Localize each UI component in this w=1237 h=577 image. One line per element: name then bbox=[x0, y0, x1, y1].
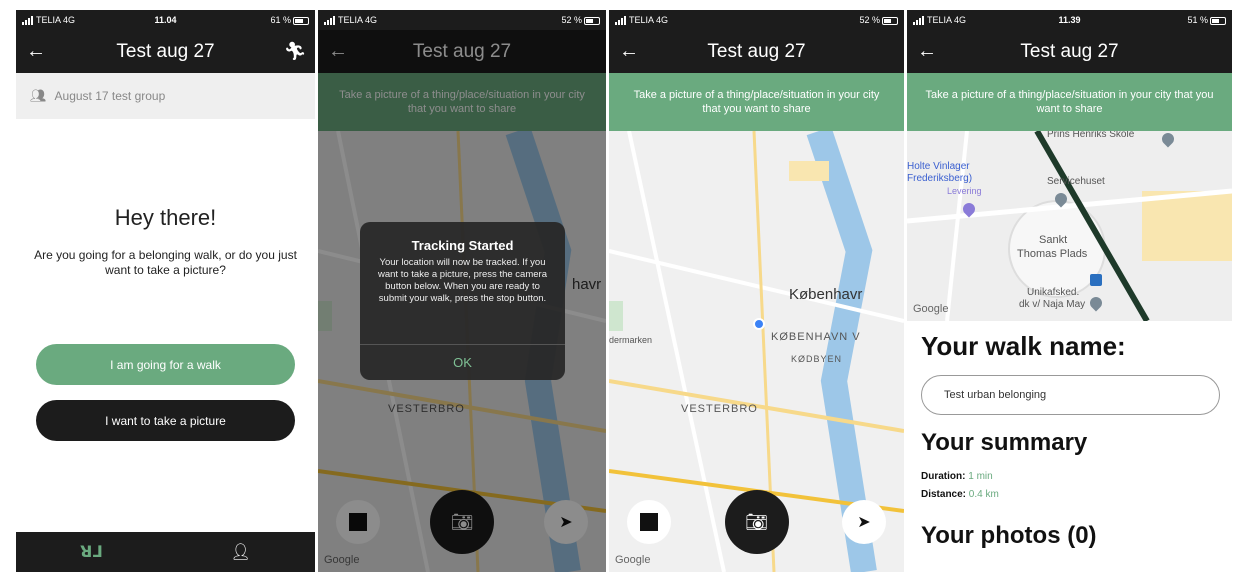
map-label-kobenhavn-v: KØBENHAVN V bbox=[771, 331, 861, 343]
map-label-kobenhavn: Københavr bbox=[789, 286, 863, 303]
stop-square-icon bbox=[640, 513, 658, 531]
signal-icon bbox=[22, 15, 34, 26]
app-bar: ← Test aug 27 🏃︎ bbox=[16, 30, 315, 73]
battery-icon bbox=[293, 16, 310, 25]
map-label-unikafsked: Unikafsked. bbox=[1027, 287, 1080, 298]
back-arrow-icon[interactable]: ← bbox=[609, 40, 649, 63]
group-icon: 👥︎ bbox=[30, 88, 47, 103]
take-picture-button[interactable]: I want to take a picture bbox=[36, 400, 295, 441]
user-icon[interactable]: 👤︎ bbox=[231, 542, 251, 562]
app-bar: ← Test aug 27 bbox=[907, 30, 1232, 73]
phone-screen-start: TELIA 4G 11.04 61 % ← Test aug 27 🏃︎ 👥︎ … bbox=[16, 10, 315, 572]
duration-label: Duration: bbox=[921, 471, 966, 482]
tracking-started-dialog: Tracking Started Your location will now … bbox=[360, 222, 565, 380]
stop-button[interactable] bbox=[627, 500, 671, 544]
dialog-body: Your location will now be tracked. If yo… bbox=[378, 257, 547, 304]
map-label-frederiksberg: Frederiksberg) bbox=[907, 173, 973, 184]
battery-percent: 61 % bbox=[270, 15, 292, 25]
carrier-label: TELIA 4G bbox=[36, 14, 76, 25]
status-bar: TELIA 4G 52 % bbox=[609, 10, 904, 30]
status-time: 11.39 bbox=[1058, 15, 1081, 25]
phone-screen-walk-summary: TELIA 4G 11.39 51 % ← Test aug 27 Take a… bbox=[907, 10, 1232, 572]
camera-icon: 📷︎ bbox=[745, 511, 768, 532]
signal-icon bbox=[324, 15, 336, 26]
battery-percent: 52 % bbox=[859, 15, 880, 25]
map-view[interactable]: Københavr KØBENHAVN V KØDBYEN VESTERBRO … bbox=[609, 131, 904, 572]
status-bar: TELIA 4G 11.04 61 % bbox=[16, 10, 315, 30]
map-label-prins: Prins Henriks Skole bbox=[1047, 131, 1135, 140]
battery-percent: 51 % bbox=[1187, 15, 1208, 25]
prompt-banner: Take a picture of a thing/place/situatio… bbox=[609, 73, 904, 131]
map-label-dermarken: dermarken bbox=[609, 335, 653, 345]
carrier-label: TELIA 4G bbox=[927, 14, 967, 25]
duration-value: 1 min bbox=[968, 471, 993, 482]
back-arrow-icon[interactable]: ← bbox=[907, 40, 947, 63]
signal-icon bbox=[913, 15, 925, 26]
map-label-kodbyen: KØDBYEN bbox=[791, 354, 843, 364]
battery-icon bbox=[881, 16, 898, 25]
battery-percent: 52 % bbox=[561, 15, 582, 25]
signal-icon bbox=[615, 15, 627, 26]
camera-button[interactable]: 📷︎ bbox=[724, 490, 789, 554]
battery-icon bbox=[1209, 16, 1226, 25]
google-logo: Google bbox=[913, 303, 949, 315]
current-location-dot bbox=[753, 318, 765, 330]
distance-label: Distance: bbox=[921, 489, 967, 500]
walk-name-heading: Your walk name: bbox=[921, 331, 1126, 361]
status-bar: TELIA 4G 11.39 51 % bbox=[907, 10, 1232, 30]
google-logo: Google bbox=[615, 554, 651, 566]
page-title: Test aug 27 bbox=[1020, 40, 1119, 62]
walk-route-map[interactable]: Prins Henriks Skole Holte Vinlager Frede… bbox=[907, 131, 1232, 321]
status-bar: TELIA 4G 52 % bbox=[318, 10, 606, 30]
page-title: Test aug 27 bbox=[707, 40, 806, 62]
page-title: Test aug 27 bbox=[116, 40, 215, 62]
map-label-servicehuset: Servicehuset bbox=[1047, 176, 1105, 187]
carrier-label: TELIA 4G bbox=[338, 14, 378, 25]
locate-button[interactable]: ➤ bbox=[842, 500, 886, 544]
dialog-ok-button[interactable]: OK bbox=[360, 344, 565, 380]
group-bar[interactable]: 👥︎ August 17 test group bbox=[16, 73, 315, 119]
carrier-label: TELIA 4G bbox=[629, 14, 669, 25]
status-time: 11.04 bbox=[154, 15, 177, 25]
map-label-dk: dk v/ Naja May bbox=[1019, 299, 1086, 310]
group-name: August 17 test group bbox=[54, 89, 166, 103]
navigation-arrow-icon: ➤ bbox=[857, 514, 871, 531]
bus-stop-icon bbox=[1090, 274, 1102, 286]
screenshot-collage: TELIA 4G 11.04 61 % ← Test aug 27 🏃︎ 👥︎ … bbox=[16, 10, 1232, 572]
map-label-holte: Holte Vinlager bbox=[907, 161, 970, 172]
running-figure-icon[interactable]: 🏃︎ bbox=[275, 41, 315, 62]
phone-screen-tracking-map: TELIA 4G 52 % ← Test aug 27 Take a pictu… bbox=[609, 10, 904, 572]
photos-heading: Your photos (0) bbox=[921, 522, 1097, 549]
dialog-title: Tracking Started bbox=[411, 238, 514, 253]
go-for-walk-button[interactable]: I am going for a walk bbox=[36, 344, 295, 385]
battery-icon bbox=[584, 16, 600, 25]
map-label-thomas-plads: Thomas Plads bbox=[1017, 248, 1088, 260]
walk-name-field[interactable]: Test urban belonging bbox=[921, 375, 1220, 415]
greeting-heading: Hey there! bbox=[114, 205, 217, 230]
logo-icon[interactable]: ꓤ⅃ bbox=[80, 542, 103, 562]
back-arrow-icon[interactable]: ← bbox=[16, 40, 56, 63]
distance-value: 0.4 km bbox=[968, 489, 999, 500]
distance-row: Distance: 0.4 km bbox=[921, 489, 999, 500]
map-label-vesterbro: VESTERBRO bbox=[681, 403, 758, 415]
app-bar: ← Test aug 27 bbox=[609, 30, 904, 73]
map-label-levering: Levering bbox=[947, 186, 982, 196]
map-label-sankt: Sankt bbox=[1039, 234, 1068, 246]
summary-heading: Your summary bbox=[921, 429, 1088, 456]
prompt-banner: Take a picture of a thing/place/situatio… bbox=[907, 73, 1232, 131]
question-text: Are you going for a belonging walk, or d… bbox=[34, 248, 297, 277]
duration-row: Duration: 1 min bbox=[921, 471, 993, 482]
phone-screen-tracking-dialog: TELIA 4G 52 % ← Test aug 27 Take a pictu… bbox=[318, 10, 606, 572]
bottom-tab-bar: ꓤ⅃ 👤︎ bbox=[16, 532, 315, 572]
